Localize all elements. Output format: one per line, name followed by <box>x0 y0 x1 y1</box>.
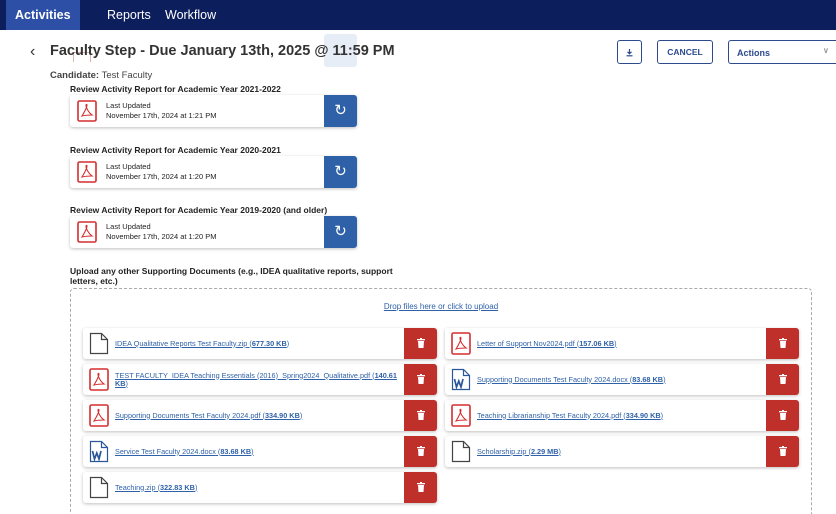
file-icon <box>89 476 109 499</box>
trash-icon <box>778 410 787 420</box>
report-card: Last Updated November 17th, 2024 at 1:21… <box>70 95 357 127</box>
trash-icon <box>778 446 787 456</box>
delete-button[interactable] <box>404 400 437 431</box>
candidate-line: Candidate: Test Faculty <box>50 70 152 81</box>
drop-files-link[interactable]: Drop files here or click to upload <box>71 302 811 311</box>
trash-icon <box>416 374 425 384</box>
file-item: Letter of Support Nov2024.pdf (157.06 KB… <box>445 328 799 359</box>
report-heading: Review Activity Report for Academic Year… <box>70 205 328 215</box>
last-updated-date: November 17th, 2024 at 1:21 PM <box>106 111 217 120</box>
report-card: Last Updated November 17th, 2024 at 1:20… <box>70 216 357 248</box>
pdf-icon <box>451 332 471 355</box>
file-item: Teaching Librarianship Test Faculty 2024… <box>445 400 799 431</box>
download-icon <box>626 48 633 56</box>
refresh-button[interactable]: ↻ <box>324 95 357 127</box>
last-updated-label: Last Updated <box>106 162 151 171</box>
file-link[interactable]: Service Test Faculty 2024.docx (83.68 KB… <box>115 436 397 467</box>
trash-icon <box>416 410 425 420</box>
refresh-icon: ↻ <box>334 223 347 240</box>
trash-icon <box>416 482 425 492</box>
delete-button[interactable] <box>404 472 437 503</box>
trash-icon <box>778 338 787 348</box>
page-title: Faculty Step - Due January 13th, 2025 @ … <box>50 43 395 59</box>
file-link[interactable]: Teaching Librarianship Test Faculty 2024… <box>477 400 759 431</box>
last-updated-date: November 17th, 2024 at 1:20 PM <box>106 172 217 181</box>
file-icon <box>451 440 471 463</box>
trash-icon <box>416 446 425 456</box>
file-link[interactable]: Scholarship.zip (2.29 MB) <box>477 436 759 467</box>
cancel-button[interactable]: CANCEL <box>657 40 713 64</box>
pdf-icon <box>451 404 471 427</box>
actions-label: Actions <box>737 48 771 58</box>
tab-activities[interactable]: Activities <box>6 0 80 30</box>
trash-icon <box>416 338 425 348</box>
pdf-icon <box>77 100 97 122</box>
pdf-icon <box>77 221 97 243</box>
tab-reports[interactable]: Reports <box>98 0 160 30</box>
last-updated-label: Last Updated <box>106 101 151 110</box>
file-item: Scholarship.zip (2.29 MB) <box>445 436 799 467</box>
file-icon <box>89 332 109 355</box>
pdf-icon <box>77 161 97 183</box>
file-item: Supporting Documents Test Faculty 2024.p… <box>83 400 437 431</box>
top-nav: Activities Reports Workflow <box>0 0 836 30</box>
download-button[interactable] <box>617 40 642 64</box>
file-item: Supporting Documents Test Faculty 2024.d… <box>445 364 799 395</box>
back-chevron-icon[interactable]: ‹ <box>30 43 35 61</box>
pdf-icon <box>89 368 109 391</box>
delete-button[interactable] <box>766 436 799 467</box>
report-heading: Review Activity Report for Academic Year… <box>70 145 281 155</box>
file-link[interactable]: TEST FACULTY_IDEA Teaching Essentials (2… <box>115 364 397 395</box>
refresh-button[interactable]: ↻ <box>324 156 357 188</box>
file-item: IDEA Qualitative Reports Test Faculty.zi… <box>83 328 437 359</box>
delete-button[interactable] <box>404 328 437 359</box>
last-updated-date: November 17th, 2024 at 1:20 PM <box>106 232 217 241</box>
delete-button[interactable] <box>404 364 437 395</box>
file-item: TEST FACULTY_IDEA Teaching Essentials (2… <box>83 364 437 395</box>
last-updated-label: Last Updated <box>106 222 151 231</box>
refresh-icon: ↻ <box>334 163 347 180</box>
refresh-button[interactable]: ↻ <box>324 216 357 248</box>
file-item: Teaching.zip (322.83 KB) <box>83 472 437 503</box>
report-card: Last Updated November 17th, 2024 at 1:20… <box>70 156 357 188</box>
report-heading: Review Activity Report for Academic Year… <box>70 84 281 94</box>
file-link[interactable]: IDEA Qualitative Reports Test Faculty.zi… <box>115 328 397 359</box>
file-link[interactable]: Letter of Support Nov2024.pdf (157.06 KB… <box>477 328 759 359</box>
upload-label: Upload any other Supporting Documents (e… <box>70 266 393 286</box>
refresh-icon: ↻ <box>334 102 347 119</box>
candidate-label: Candidate: <box>50 70 100 81</box>
delete-button[interactable] <box>766 328 799 359</box>
delete-button[interactable] <box>766 400 799 431</box>
pdf-icon <box>89 404 109 427</box>
chevron-down-icon: ∨ <box>823 46 829 55</box>
tab-workflow[interactable]: Workflow <box>156 0 225 30</box>
candidate-name: Test Faculty <box>101 70 153 81</box>
word-icon <box>89 440 109 463</box>
delete-button[interactable] <box>766 364 799 395</box>
file-link[interactable]: Supporting Documents Test Faculty 2024.p… <box>115 400 397 431</box>
file-link[interactable]: Supporting Documents Test Faculty 2024.d… <box>477 364 759 395</box>
trash-icon <box>778 374 787 384</box>
actions-dropdown[interactable]: Actions ∨ <box>728 40 836 64</box>
delete-button[interactable] <box>404 436 437 467</box>
file-item: Service Test Faculty 2024.docx (83.68 KB… <box>83 436 437 467</box>
file-link[interactable]: Teaching.zip (322.83 KB) <box>115 472 397 503</box>
word-icon <box>451 368 471 391</box>
